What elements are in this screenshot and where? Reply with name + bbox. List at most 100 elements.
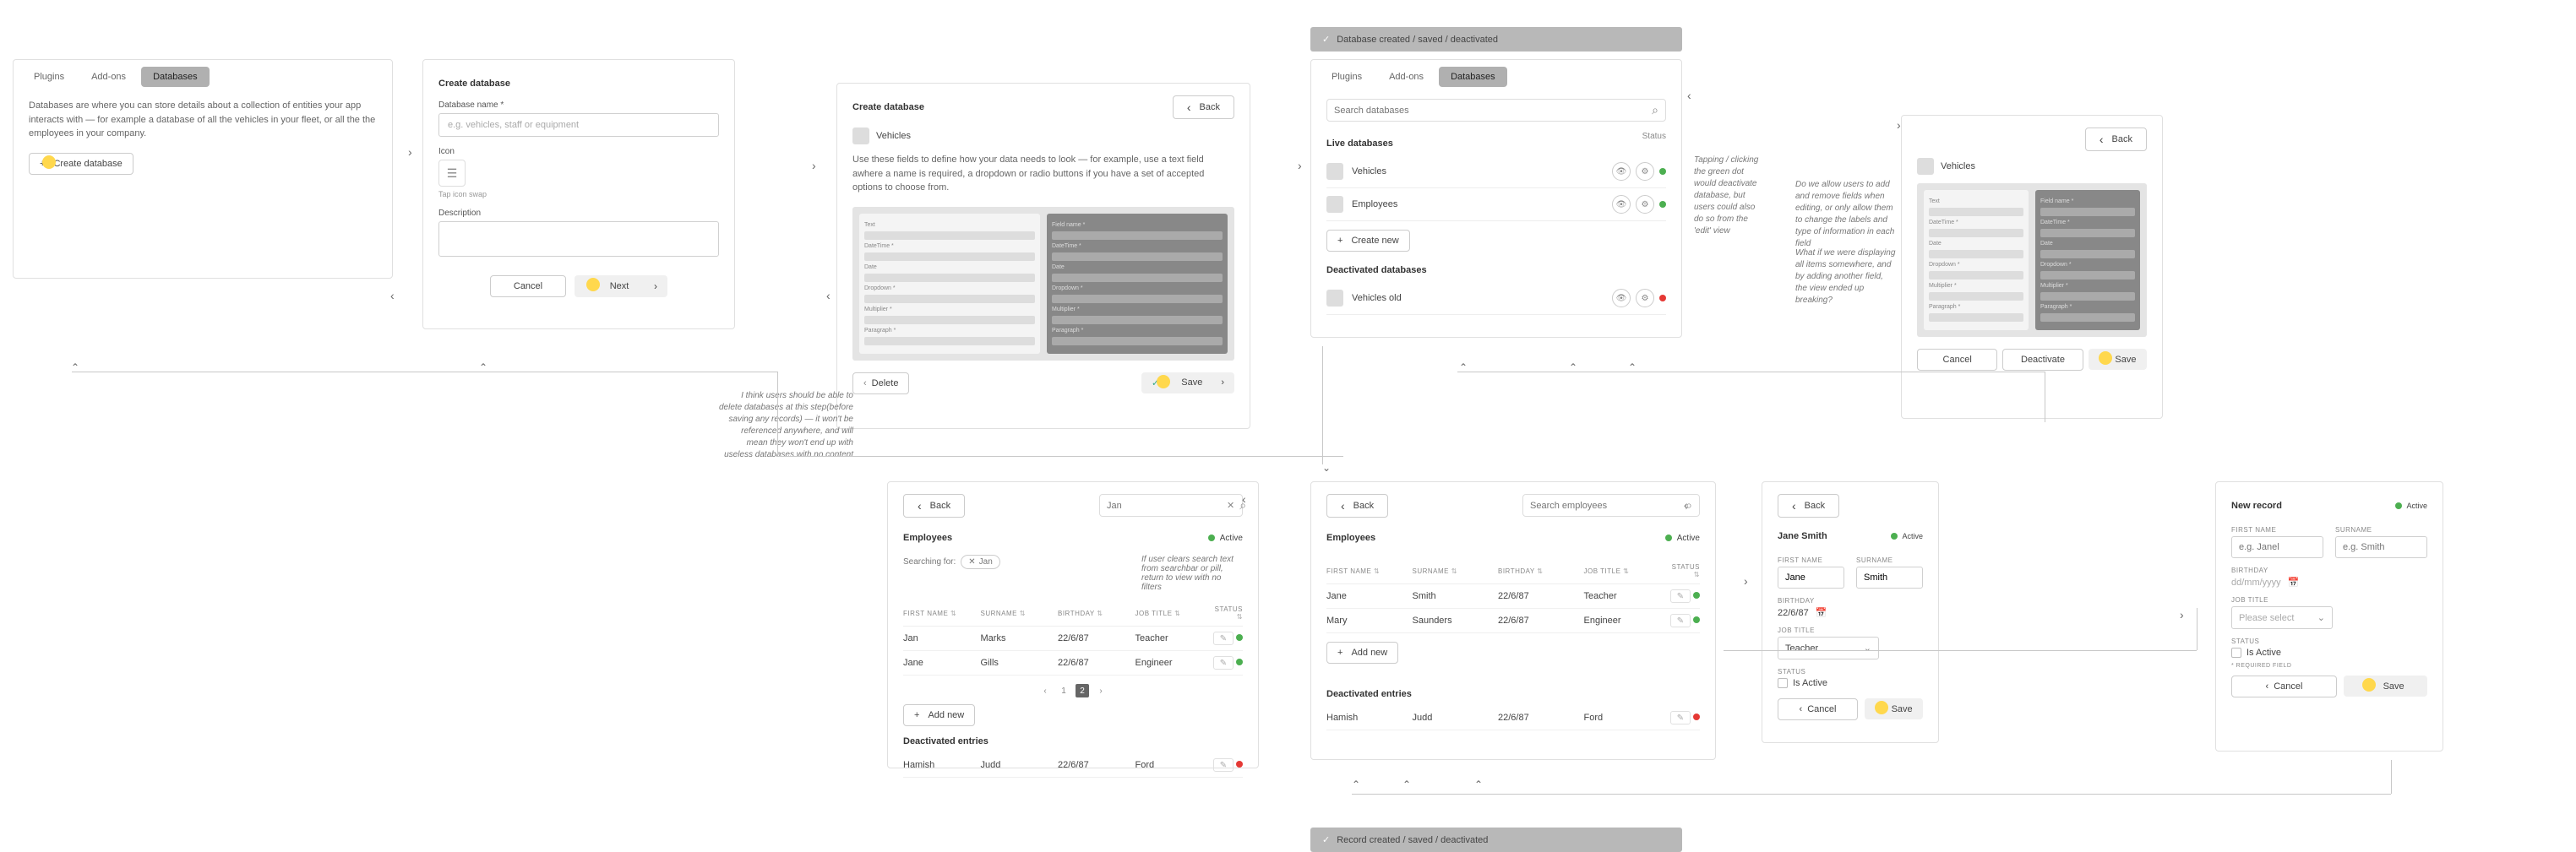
fname-input[interactable] <box>1778 567 1844 589</box>
status-checkbox[interactable]: Is Active <box>2231 648 2427 658</box>
status-dot[interactable] <box>1236 659 1243 665</box>
status-dot[interactable] <box>1659 201 1666 208</box>
gear-icon[interactable]: ⚙ <box>1636 289 1654 307</box>
status-dot[interactable] <box>1659 168 1666 175</box>
status-checkbox[interactable]: Is Active <box>1778 678 1923 688</box>
col-header[interactable]: STATUS <box>1212 605 1243 621</box>
add-new-button[interactable]: Add new <box>1326 642 1398 664</box>
pager-page[interactable]: 2 <box>1076 684 1089 697</box>
table-row: Jan Marks 22/6/87 Teacher ✎ <box>903 627 1243 651</box>
col-header[interactable]: STATUS <box>1669 563 1700 578</box>
edit-icon[interactable]: ✎ <box>1670 614 1691 627</box>
col-header[interactable]: JOB TITLE <box>1584 567 1665 575</box>
status-dot[interactable] <box>1693 714 1700 720</box>
arrow-right-icon: › <box>1897 118 1901 132</box>
view-icon[interactable]: 👁 <box>1612 289 1631 307</box>
sname-input[interactable] <box>1856 567 1923 589</box>
fname-input[interactable] <box>2231 536 2323 558</box>
job-select[interactable]: Teacher <box>1778 637 1879 659</box>
save-button[interactable]: Save <box>2344 676 2427 697</box>
col-header[interactable]: JOB TITLE <box>1136 610 1208 617</box>
gear-icon[interactable]: ⚙ <box>1636 162 1654 181</box>
icon-picker[interactable]: ☰ <box>438 160 466 187</box>
tab-databases[interactable]: Databases <box>1439 67 1507 87</box>
desc-input[interactable] <box>438 221 719 257</box>
bday-placeholder[interactable]: dd/mm/yyyy <box>2231 578 2281 588</box>
icon-label: Icon <box>438 147 719 156</box>
job-select[interactable]: Please select <box>2231 606 2333 629</box>
plus-icon <box>914 710 923 720</box>
add-new-button[interactable]: Add new <box>903 704 975 726</box>
cancel-button[interactable]: ‹ Cancel <box>2231 676 2337 697</box>
back-button[interactable]: Back <box>1173 95 1234 119</box>
db-name-input[interactable] <box>438 113 719 137</box>
db-icon <box>1326 163 1343 180</box>
tab-addons[interactable]: Add-ons <box>79 67 138 87</box>
col-header[interactable]: BIRTHDAY <box>1058 610 1130 617</box>
save-button[interactable]: Save› <box>1141 372 1234 393</box>
col-header[interactable]: FIRST NAME <box>1326 567 1408 575</box>
deactivate-button[interactable]: Deactivate <box>2002 349 2083 371</box>
back-button[interactable]: Back <box>2085 128 2147 151</box>
col-header[interactable]: SURNAME <box>981 610 1054 617</box>
status-dot[interactable] <box>1693 616 1700 623</box>
view-icon[interactable]: 👁 <box>1612 162 1631 181</box>
cancel-button[interactable]: ‹ Cancel <box>1778 698 1858 720</box>
search-box[interactable]: ✕ <box>1099 494 1243 517</box>
search-chip[interactable]: ✕ Jan <box>961 555 1000 569</box>
arrow-up-icon: ⌃ <box>1352 779 1360 790</box>
back-button[interactable]: Back <box>1778 494 1839 518</box>
edit-icon[interactable]: ✎ <box>1670 589 1691 603</box>
hotspot <box>2099 351 2112 365</box>
pager-next[interactable]: › <box>1094 684 1108 697</box>
plus-icon <box>1337 236 1346 246</box>
clear-icon[interactable]: ✕ <box>1227 500 1234 511</box>
tab-plugins[interactable]: Plugins <box>1320 67 1374 87</box>
search-box[interactable] <box>1326 99 1666 122</box>
sname-input[interactable] <box>2335 536 2427 558</box>
col-header[interactable]: BIRTHDAY <box>1498 567 1579 575</box>
field-label: FIRST NAME <box>2231 526 2323 534</box>
search-box[interactable] <box>1522 494 1700 517</box>
page-title: Employees <box>903 533 952 543</box>
edit-icon[interactable]: ✎ <box>1213 758 1234 772</box>
arrow-right-icon: › <box>408 145 412 159</box>
view-icon[interactable]: 👁 <box>1612 195 1631 214</box>
status-dot[interactable] <box>1659 295 1666 301</box>
create-new-button[interactable]: Create new <box>1326 230 1410 252</box>
db-name: Vehicles <box>1352 166 1386 176</box>
edit-icon[interactable]: ✎ <box>1213 656 1234 670</box>
gear-icon[interactable]: ⚙ <box>1636 195 1654 214</box>
chevron-down-icon <box>1864 643 1871 654</box>
field-label: SURNAME <box>1856 556 1923 564</box>
cancel-button[interactable]: Cancel <box>490 275 566 297</box>
col-header[interactable]: SURNAME <box>1413 567 1494 575</box>
helper-text: Use these fields to define how your data… <box>852 153 1234 195</box>
status-dot[interactable] <box>1236 634 1243 641</box>
pager-prev[interactable]: ‹ <box>1038 684 1052 697</box>
tab-addons[interactable]: Add-ons <box>1377 67 1435 87</box>
cancel-button[interactable]: Cancel <box>1917 349 1997 371</box>
status-dot[interactable] <box>1236 761 1243 768</box>
status-dot[interactable] <box>1693 592 1700 599</box>
back-button[interactable]: Back <box>1326 494 1388 518</box>
tab-plugins[interactable]: Plugins <box>22 67 76 87</box>
status-badge: Active <box>1665 534 1700 543</box>
edit-icon[interactable]: ✎ <box>1213 632 1234 645</box>
tab-databases[interactable]: Databases <box>141 67 210 87</box>
col-header[interactable]: FIRST NAME <box>903 610 976 617</box>
pager-page[interactable]: 1 <box>1057 684 1070 697</box>
helper-text: Databases are where you can store detail… <box>29 99 377 141</box>
calendar-icon[interactable]: 📅 <box>2288 577 2300 588</box>
search-input[interactable] <box>1530 501 1686 511</box>
arrow-up-icon: ⌃ <box>1402 779 1411 790</box>
search-input[interactable] <box>1107 501 1227 511</box>
calendar-icon[interactable]: 📅 <box>1816 607 1827 618</box>
save-button[interactable]: Save <box>2089 349 2147 370</box>
save-button[interactable]: Save <box>1865 698 1923 719</box>
back-button[interactable]: Back <box>903 494 965 518</box>
db-row: Employees 👁 ⚙ <box>1326 188 1666 221</box>
search-input[interactable] <box>1334 106 1652 116</box>
delete-button[interactable]: ‹ Delete <box>852 372 909 394</box>
edit-icon[interactable]: ✎ <box>1670 711 1691 724</box>
